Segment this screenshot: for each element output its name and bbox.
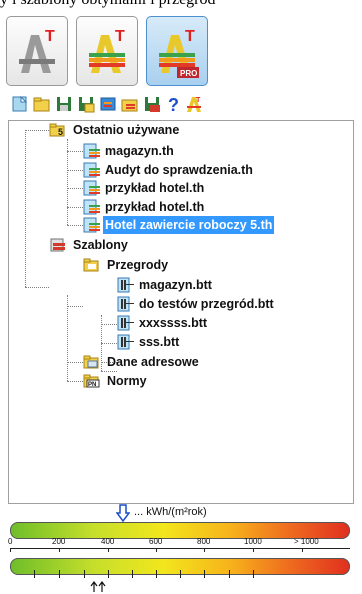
- tree-line: [67, 295, 68, 381]
- tree-label-recent-4: Hotel zawiercie roboczy 5.th: [103, 216, 275, 234]
- meter-tick: [204, 548, 205, 552]
- energy-meter: ... kWh/(m²rok) 0 200 400 600 800 1000 >…: [8, 504, 354, 592]
- tree-line: [67, 151, 83, 152]
- save-icon[interactable]: [54, 94, 74, 114]
- meter-tick-label: 200: [52, 537, 66, 546]
- meter-bottom-tick: [84, 570, 85, 578]
- meter-tick-label: 400: [101, 537, 115, 546]
- app-pro-button[interactable]: T PRO: [146, 16, 208, 86]
- btt-file-icon: [117, 296, 134, 312]
- th-file-icon: [83, 217, 100, 233]
- tree-label-partition-1: do testów przegród.btt: [139, 297, 274, 311]
- toolbar: ? T: [6, 92, 246, 116]
- templates-icon: [50, 238, 65, 252]
- about-icon[interactable]: T: [184, 94, 204, 114]
- app-standard-button[interactable]: T: [76, 16, 138, 86]
- window-caption-fragment: y i szablony obtymalni i przegrod: [0, 0, 362, 11]
- recent-folder-icon: 5: [49, 123, 65, 137]
- app-basic-logo-icon: T: [19, 28, 55, 73]
- norms-folder-icon: PN: [83, 374, 100, 388]
- tree-label-norms: Normy: [107, 374, 147, 388]
- tree-line: [67, 381, 83, 382]
- new-document-icon[interactable]: [10, 94, 30, 114]
- tree-label-partitions: Przegrody: [107, 258, 169, 272]
- svg-text:?: ?: [168, 95, 179, 114]
- meter-bottom-tick: [108, 570, 109, 578]
- tree-label-partition-2: xxxssss.btt: [139, 316, 208, 330]
- meter-bottom-tick: [180, 570, 181, 578]
- save-template-icon[interactable]: [142, 94, 162, 114]
- btt-file-icon: [117, 315, 134, 331]
- tree-line: [67, 170, 83, 171]
- app-pro-label: PRO: [180, 69, 197, 78]
- tree-label-addresses: Dane adresowe: [107, 355, 199, 369]
- tree-line: [101, 343, 117, 344]
- tree-line: [25, 287, 49, 288]
- meter-bottom-tick: [253, 570, 254, 578]
- meter-tick: [59, 548, 60, 552]
- partitions-folder-icon: [83, 258, 99, 272]
- meter-unit: ... kWh/(m²rok): [134, 506, 207, 518]
- app-standard-badge: T: [115, 28, 125, 45]
- th-file-icon: [83, 199, 100, 215]
- tree-line: [101, 324, 117, 325]
- app-pro-logo-icon: T PRO: [159, 28, 199, 78]
- meter-bottom-tick: [132, 570, 133, 578]
- templates-tree[interactable]: 5 Ostatnio używane magazyn.th Audyt do s…: [8, 120, 354, 504]
- svg-text:T: T: [196, 97, 201, 104]
- tree-line: [67, 306, 83, 307]
- tree-line: [67, 188, 83, 189]
- save-as-icon[interactable]: [76, 94, 96, 114]
- help-icon[interactable]: ?: [164, 94, 184, 114]
- tree-label-partition-3: sss.btt: [139, 335, 180, 349]
- meter-tick: [108, 548, 109, 552]
- svg-text:5: 5: [58, 127, 63, 137]
- th-file-icon: [83, 162, 100, 178]
- meter-tick: [10, 548, 11, 552]
- app-pro-badge: T: [185, 28, 195, 45]
- tree-line: [67, 362, 83, 363]
- template-folder-icon[interactable]: [120, 94, 140, 114]
- btt-file-icon: [117, 334, 134, 350]
- meter-bottom-tick: [34, 570, 35, 578]
- meter-tick-label: 800: [197, 537, 211, 546]
- tree-label-templates: Szablony: [73, 238, 128, 252]
- meter-tick-label: 1000: [244, 537, 262, 546]
- tree-line: [67, 225, 83, 226]
- arrows-up-icon: [90, 581, 106, 592]
- tree-label-recent-3: przykład hotel.th: [105, 200, 205, 214]
- th-file-icon: [83, 143, 100, 159]
- tree-line: [25, 130, 49, 131]
- app-basic-badge: T: [45, 28, 55, 45]
- meter-scale-line: [10, 548, 350, 549]
- meter-tick: [302, 548, 303, 552]
- meter-tick: [156, 548, 157, 552]
- app-standard-logo-icon: T: [89, 28, 125, 73]
- meter-tick-label: 0: [8, 537, 13, 546]
- btt-file-icon: [117, 277, 134, 293]
- tree-label-recent-1: Audyt do sprawdzenia.th: [105, 163, 253, 177]
- tree-label-recent: Ostatnio używane: [73, 123, 180, 137]
- app-basic-button[interactable]: T: [6, 16, 68, 86]
- tree-label-recent-0: magazyn.th: [105, 144, 174, 158]
- address-folder-icon: [83, 355, 99, 369]
- open-folder-icon[interactable]: [32, 94, 52, 114]
- tree-line: [67, 207, 83, 208]
- meter-bottom-tick: [229, 570, 230, 578]
- app-mode-buttons: T T T PRO: [6, 16, 216, 88]
- arrow-down-icon: [116, 504, 130, 522]
- th-file-icon: [83, 180, 100, 196]
- tree-label-partition-0: magazyn.btt: [139, 278, 212, 292]
- meter-tick-label: 600: [149, 537, 163, 546]
- export-icon[interactable]: [98, 94, 118, 114]
- meter-tick: [253, 548, 254, 552]
- tree-label-recent-2: przykład hotel.th: [105, 181, 205, 195]
- meter-bottom-tick: [204, 570, 205, 578]
- tree-line: [25, 130, 26, 287]
- meter-bottom-tick: [156, 570, 157, 578]
- meter-bottom-tick: [59, 570, 60, 578]
- meter-tick-label: > 1000: [294, 537, 319, 546]
- norms-badge: PN: [88, 382, 96, 388]
